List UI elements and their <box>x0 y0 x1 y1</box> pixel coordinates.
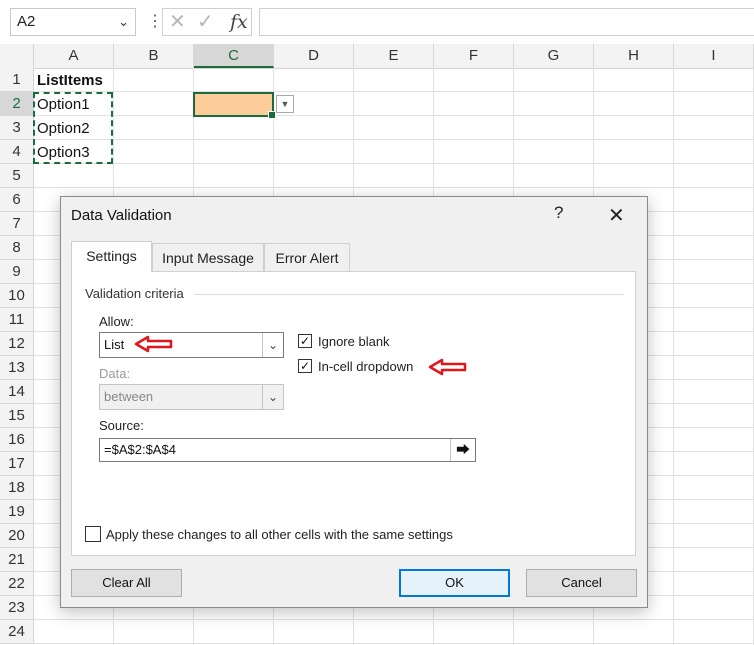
group-label: Validation criteria <box>85 286 184 301</box>
row-header[interactable]: 2 <box>0 92 34 116</box>
ignore-blank-label[interactable]: Ignore blank <box>318 334 390 349</box>
incell-dropdown-checkbox[interactable]: ✓ <box>298 359 312 373</box>
cancel-button[interactable]: Cancel <box>526 569 637 597</box>
row-header[interactable]: 3 <box>0 116 34 140</box>
row-header[interactable]: 24 <box>0 620 34 644</box>
close-icon[interactable]: ✕ <box>608 203 625 228</box>
formula-bar: A2 ⌄ ⋮ ✕ ✓ fx <box>0 0 754 44</box>
row-header[interactable]: 9 <box>0 260 34 284</box>
column-header-b[interactable]: B <box>114 44 194 68</box>
row-header[interactable]: 17 <box>0 452 34 476</box>
column-header-a[interactable]: A <box>34 44 114 68</box>
tab-settings[interactable]: Settings <box>71 241 152 272</box>
row-header[interactable]: 19 <box>0 500 34 524</box>
row-header[interactable]: 12 <box>0 332 34 356</box>
fill-handle[interactable] <box>268 111 276 119</box>
more-options-icon[interactable]: ⋮ <box>147 12 163 32</box>
dialog-title: Data Validation <box>71 207 172 224</box>
row-header[interactable]: 15 <box>0 404 34 428</box>
column-headers: A B C D E F G H I <box>34 44 754 69</box>
row-header[interactable]: 13 <box>0 356 34 380</box>
help-button[interactable]: ? <box>554 203 563 223</box>
cell-dropdown-arrow-icon[interactable]: ▼ <box>276 95 294 113</box>
row-header[interactable]: 18 <box>0 476 34 500</box>
column-header-g[interactable]: G <box>514 44 594 68</box>
data-label: Data: <box>99 366 131 381</box>
source-input[interactable]: =$A$2:$A$4 ⮕ <box>99 438 476 462</box>
allow-value: List <box>104 337 125 352</box>
column-header-h[interactable]: H <box>594 44 674 68</box>
insert-function-icon[interactable]: fx <box>230 11 248 33</box>
chevron-down-icon[interactable]: ⌄ <box>262 333 283 357</box>
annotation-arrow-icon <box>134 335 173 353</box>
ignore-blank-checkbox[interactable]: ✓ <box>298 334 312 348</box>
select-all-corner[interactable] <box>0 44 34 68</box>
row-header[interactable]: 20 <box>0 524 34 548</box>
row-header[interactable]: 8 <box>0 236 34 260</box>
tab-input-message[interactable]: Input Message <box>152 243 264 271</box>
row-header[interactable]: 6 <box>0 188 34 212</box>
enter-check-icon[interactable]: ✓ <box>197 11 214 33</box>
annotation-arrow-icon <box>428 358 467 376</box>
row-header[interactable]: 21 <box>0 548 34 572</box>
row-header[interactable]: 5 <box>0 164 34 188</box>
row-header[interactable]: 23 <box>0 596 34 620</box>
group-divider <box>194 294 624 295</box>
column-header-e[interactable]: E <box>354 44 434 68</box>
allow-label: Allow: <box>99 314 134 329</box>
row-header[interactable]: 10 <box>0 284 34 308</box>
apply-all-label[interactable]: Apply these changes to all other cells w… <box>106 527 453 542</box>
source-label: Source: <box>99 418 144 433</box>
row-header[interactable]: 14 <box>0 380 34 404</box>
source-value: =$A$2:$A$4 <box>104 442 176 457</box>
column-header-d[interactable]: D <box>274 44 354 68</box>
selected-cell-c2[interactable] <box>193 92 276 119</box>
formula-buttons: ✕ ✓ fx <box>162 8 252 36</box>
clear-all-button[interactable]: Clear All <box>71 569 182 597</box>
row-header[interactable]: 11 <box>0 308 34 332</box>
column-header-f[interactable]: F <box>434 44 514 68</box>
row-header[interactable]: 1 <box>0 68 34 92</box>
copy-marquee <box>33 92 113 164</box>
allow-select[interactable]: List ⌄ <box>99 332 284 358</box>
data-validation-dialog: Data Validation ? ✕ Settings Input Messa… <box>60 196 648 608</box>
ok-button[interactable]: OK <box>399 569 510 597</box>
column-header-c[interactable]: C <box>194 44 274 68</box>
column-header-i[interactable]: I <box>674 44 754 68</box>
data-value: between <box>104 389 154 404</box>
apply-all-checkbox[interactable] <box>85 526 101 542</box>
row-header[interactable]: 7 <box>0 212 34 236</box>
row-header[interactable]: 22 <box>0 572 34 596</box>
chevron-down-icon: ⌄ <box>262 385 283 409</box>
collapse-dialog-icon[interactable]: ⮕ <box>450 439 475 461</box>
cell-a1[interactable]: ListItems <box>37 69 103 93</box>
formula-input[interactable] <box>259 8 754 36</box>
name-box-value: A2 <box>17 13 36 30</box>
cancel-icon[interactable]: ✕ <box>169 11 186 33</box>
incell-dropdown-label[interactable]: In-cell dropdown <box>318 359 413 374</box>
name-box[interactable]: A2 ⌄ <box>10 8 136 36</box>
settings-panel: Validation criteria Allow: List ⌄ Data: … <box>71 271 636 556</box>
row-header[interactable]: 4 <box>0 140 34 164</box>
data-select: between ⌄ <box>99 384 284 410</box>
tab-error-alert[interactable]: Error Alert <box>264 243 350 271</box>
chevron-down-icon[interactable]: ⌄ <box>118 9 129 35</box>
row-header[interactable]: 16 <box>0 428 34 452</box>
